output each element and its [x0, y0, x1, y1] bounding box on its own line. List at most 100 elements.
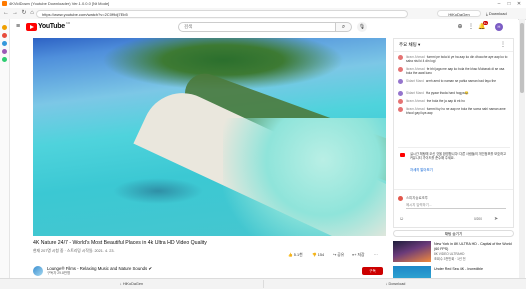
chat-message: Ikram Ahmad fummi fuy ho ne aap ne bola t…: [398, 107, 510, 117]
youtube-logo-icon[interactable]: [26, 23, 37, 31]
maximize-icon[interactable]: □: [504, 0, 514, 8]
video-frame-shallow-water: [223, 118, 386, 236]
chat-message-input[interactable]: 메시지 입력하기...: [406, 202, 506, 209]
save-button[interactable]: ≡+ 저장: [352, 252, 365, 258]
bottom-tab-bar: ↓ HiKoDaGen ↓ Download: [0, 278, 526, 289]
library-rail-icon[interactable]: [2, 41, 7, 46]
chat-more-icon[interactable]: ⋮: [500, 41, 506, 49]
chat-message: Ikram Ahmad fummi pe bola ki ye ha aap ko…: [398, 55, 510, 65]
dislike-button[interactable]: 👎 154: [312, 252, 324, 258]
refresh-icon[interactable]: ↻: [20, 9, 28, 18]
chat-mode-select[interactable]: 주요 채팅 ▾: [399, 42, 420, 48]
live-chat-panel: 주요 채팅 ▾ ⋮ Ikram Ahmad fummi pe bola ki ye…: [393, 38, 514, 228]
search-icon[interactable]: ⌕: [336, 22, 352, 32]
chat-welcome-text: 실시간 채팅에 오신 것을 환영합니다! 다른 사람들의 개인정보를 보호하고 …: [410, 152, 506, 160]
save-icon: ≡+: [352, 253, 357, 257]
hide-chat-button[interactable]: 채팅 숨기기: [393, 230, 514, 237]
page-scrollbar[interactable]: [519, 19, 525, 278]
download-button-label: Download: [488, 11, 507, 16]
menu-icon[interactable]: ≡: [16, 23, 20, 31]
youtube-logo-text[interactable]: YouTube: [38, 22, 65, 32]
recommended-video[interactable]: Under Red Sea 4K - Incredible: [393, 266, 514, 278]
recommended-views: 조회수 3천만회 · 1년 전: [434, 257, 466, 261]
chat-text: arrrh aerd to naman se pahla naman bad f…: [425, 79, 497, 83]
chat-author-avatar: [398, 99, 403, 104]
like-button[interactable]: 👍 5.1천: [288, 252, 303, 258]
channel-subscribers: 구독자 29.8만명: [47, 271, 71, 275]
channel-avatar[interactable]: [33, 266, 43, 276]
chat-header: 주요 채팅 ▾ ⋮: [394, 39, 513, 52]
video-player[interactable]: [33, 38, 386, 236]
url-field[interactable]: https://www.youtube.com/watch?v=2C0f9dj7…: [36, 9, 408, 18]
scrollbar-thumb[interactable]: [520, 23, 524, 93]
chat-user-avatar: [398, 196, 403, 201]
download-button[interactable]: ⤓ Download: [486, 10, 520, 17]
tab-hikodagen-label: HiKoDaGen: [122, 282, 144, 286]
chat-message: Ikram Ahmad fe bhi jaga me aap ko bola th…: [398, 67, 510, 77]
chat-author: Ikram Ahmad: [406, 99, 425, 103]
forward-icon[interactable]: →: [11, 9, 19, 18]
chat-author-avatar: [398, 107, 403, 112]
chat-char-counter: 0/200: [474, 217, 482, 221]
create-icon[interactable]: ⊕: [456, 23, 464, 31]
notification-badge: 9+: [483, 21, 488, 25]
share-label: 공유: [337, 253, 345, 257]
youtube-small-icon: [400, 153, 405, 157]
subscribe-button[interactable]: 구독: [362, 267, 383, 275]
share-icon: ↪: [333, 253, 337, 257]
video-title: 4K Nature 24/7 - World's Most Beautiful …: [33, 240, 207, 246]
recommended-video[interactable]: New York in 8K ULTRA HD - Capital of the…: [393, 241, 514, 263]
app-title: 4KVidDown (Youtube Downloader) Ver.1.0.0…: [9, 1, 110, 6]
user-button-label: HiKoDaGen: [448, 12, 470, 17]
chat-message: Sidant Mand arrrh aerd to naman se pahla …: [398, 79, 510, 89]
video-stats: 현재 207명 시청 중 · 스트리밍 시작일: 2021. 4. 23.: [33, 249, 115, 253]
video-frame-reef: [113, 178, 203, 204]
history-rail-icon[interactable]: [2, 33, 7, 38]
learn-more-link[interactable]: 자세히 알아보기: [410, 168, 433, 172]
save-label: 저장: [357, 253, 365, 257]
apps-icon[interactable]: ⋮: [467, 23, 475, 31]
recommended-title[interactable]: New York in 8K ULTRA HD - Capital of the…: [434, 242, 514, 251]
chat-author-avatar: [398, 91, 403, 96]
side-rail: [0, 19, 10, 278]
channel-row: Lounge® Films - Relaxing Music and Natur…: [33, 266, 383, 276]
chat-author: Sidant Mand: [406, 91, 424, 95]
app-logo-icon: [2, 1, 7, 6]
tab-download[interactable]: ↓ Download: [263, 280, 526, 288]
video-thumbnail[interactable]: [393, 266, 431, 278]
recommended-title[interactable]: Under Red Sea 4K - Incredible: [434, 267, 514, 272]
chat-author: Sidant Mand: [406, 79, 424, 83]
back-icon[interactable]: ←: [2, 9, 10, 18]
search-input[interactable]: 검색: [178, 22, 336, 32]
dislike-icon: 👎: [312, 253, 317, 257]
send-icon[interactable]: ➤: [494, 216, 498, 222]
chat-welcome-notice: 실시간 채팅에 오신 것을 환영합니다! 다른 사람들의 개인정보를 보호하고 …: [398, 147, 510, 180]
video-thumbnail[interactable]: [393, 241, 431, 262]
like-icon: 👍: [288, 253, 293, 257]
home-rail-icon[interactable]: [2, 25, 7, 30]
music-rail-icon[interactable]: [2, 49, 7, 54]
youtube-header: ≡ YouTube KR 검색 ⌕ 🎙 ⊕ ⋮ 🔔 9+ H: [10, 19, 518, 35]
close-icon[interactable]: ✕: [514, 0, 524, 8]
chat-author-avatar: [398, 55, 403, 60]
avatar[interactable]: H: [495, 23, 503, 31]
chat-author-avatar: [398, 79, 403, 84]
more-actions-button[interactable]: ···: [374, 252, 378, 258]
like-count: 5.1천: [293, 253, 303, 257]
region-code: KR: [66, 21, 71, 25]
minimize-icon[interactable]: –: [494, 0, 504, 8]
mic-icon[interactable]: 🎙: [357, 22, 367, 32]
emoji-icon[interactable]: ☺: [399, 216, 404, 222]
chat-author-avatar: [398, 67, 403, 72]
chat-input-area: 스피지숭로조투 메시지 입력하기... ☺ 0/200 ➤: [394, 189, 513, 228]
tab-download-label: Download: [388, 282, 406, 286]
chat-text: Ha pyaar thoda hard hogya😂: [425, 91, 469, 95]
tab-hikodagen[interactable]: ↓ HiKoDaGen: [0, 280, 263, 288]
home-icon[interactable]: ⌂: [28, 9, 36, 18]
share-button[interactable]: ↪ 공유: [333, 252, 344, 258]
settings-rail-icon[interactable]: [2, 57, 7, 62]
chat-user-name: 스피지숭로조투: [406, 196, 428, 200]
dislike-count: 154: [317, 253, 325, 257]
user-button[interactable]: HiKoDaGen: [437, 10, 481, 17]
chat-text: fne bola the ja aap ki ek ho: [426, 99, 465, 103]
